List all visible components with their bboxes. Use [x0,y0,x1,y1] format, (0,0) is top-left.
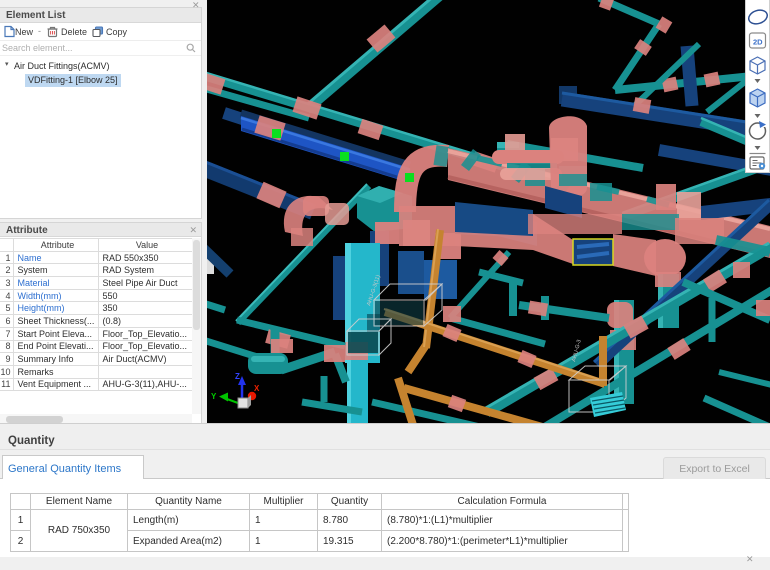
svg-text:2D: 2D [753,38,763,47]
svg-text:Y: Y [211,392,217,401]
svg-text:X: X [254,384,260,393]
svg-text:Z: Z [235,372,240,381]
